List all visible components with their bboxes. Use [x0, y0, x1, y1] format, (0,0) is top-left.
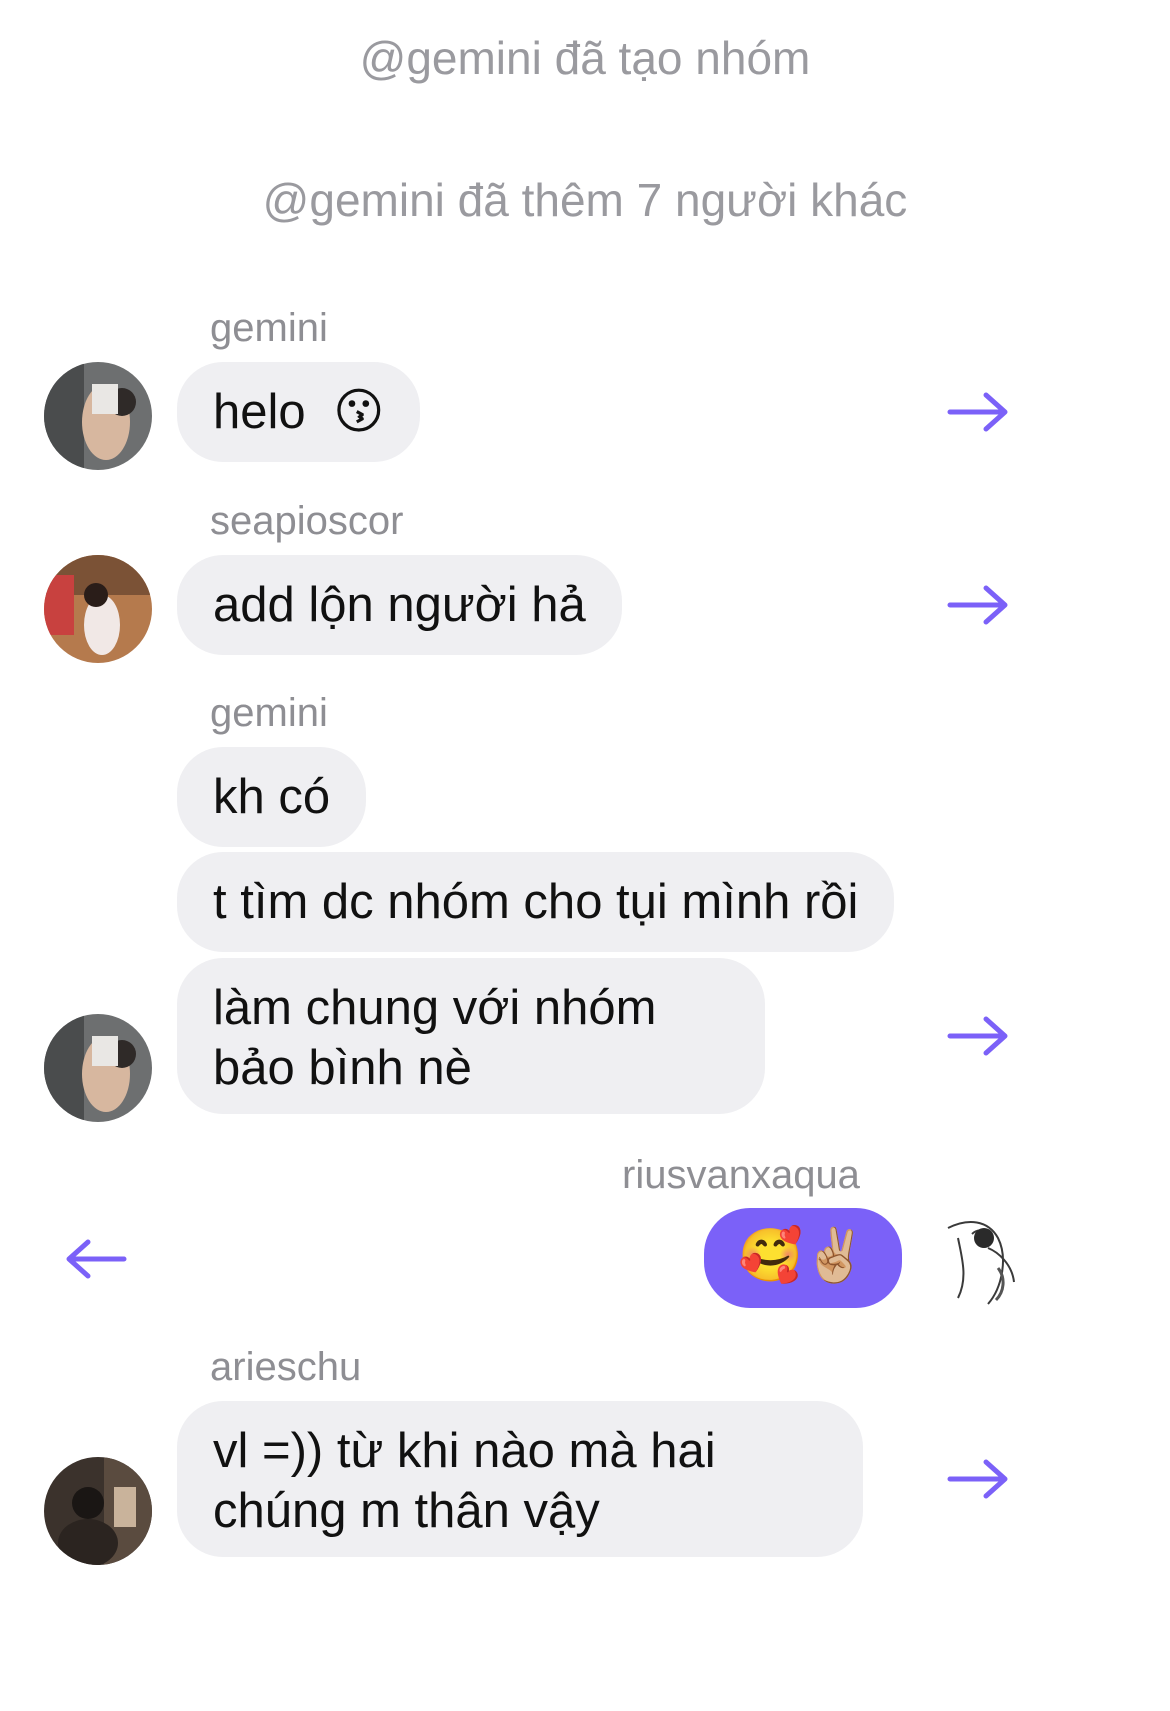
- sender-name: riusvanxaqua: [622, 1153, 860, 1197]
- sender-name: gemini: [210, 306, 328, 350]
- avatar-arieschu[interactable]: [44, 1457, 152, 1565]
- message-text: kh có: [213, 770, 331, 824]
- message-text: làm chung với nhóm bảo bình nè: [213, 981, 657, 1095]
- system-message-created: @gemini đã tạo nhóm: [359, 32, 811, 84]
- avatar-seapioscor[interactable]: [44, 555, 152, 663]
- avatar-gemini[interactable]: [44, 1014, 152, 1122]
- message-bubble[interactable]: vl =)) từ khi nào mà hai chúng m thân vậ…: [177, 1401, 863, 1557]
- arrow-right-icon[interactable]: [946, 390, 1012, 434]
- arrow-right-icon[interactable]: [946, 1014, 1012, 1058]
- message-bubble[interactable]: kh có: [177, 747, 367, 847]
- message-text: vl =)) từ khi nào mà hai chúng m thân vậ…: [213, 1424, 716, 1538]
- message-bubble-own[interactable]: 🥰✌🏼: [704, 1208, 902, 1308]
- arrow-right-icon[interactable]: [946, 1457, 1012, 1501]
- arrow-left-icon[interactable]: [62, 1237, 128, 1281]
- message-text: helo: [213, 385, 306, 439]
- sender-name: gemini: [210, 691, 328, 735]
- kissing-face-emoji: 😗: [333, 383, 385, 440]
- message-bubble[interactable]: t tìm dc nhóm cho tụi mình rồi: [177, 852, 895, 952]
- sender-name: seapioscor: [210, 499, 404, 543]
- avatar-gemini[interactable]: [44, 362, 152, 470]
- system-message-added: @gemini đã thêm 7 người khác: [262, 174, 908, 226]
- arrow-right-icon[interactable]: [946, 583, 1012, 627]
- emoji-message-text: 🥰✌🏼: [738, 1226, 868, 1286]
- message-bubble[interactable]: làm chung với nhóm bảo bình nè: [177, 958, 765, 1114]
- message-bubble[interactable]: helo 😗: [177, 362, 421, 462]
- message-text: add lộn người hả: [213, 578, 586, 632]
- message-bubble[interactable]: add lộn người hả: [177, 555, 622, 655]
- message-text: t tìm dc nhóm cho tụi mình rồi: [213, 875, 859, 929]
- sender-name: arieschu: [210, 1345, 362, 1389]
- avatar-riusvanxaqua[interactable]: [928, 1208, 1036, 1316]
